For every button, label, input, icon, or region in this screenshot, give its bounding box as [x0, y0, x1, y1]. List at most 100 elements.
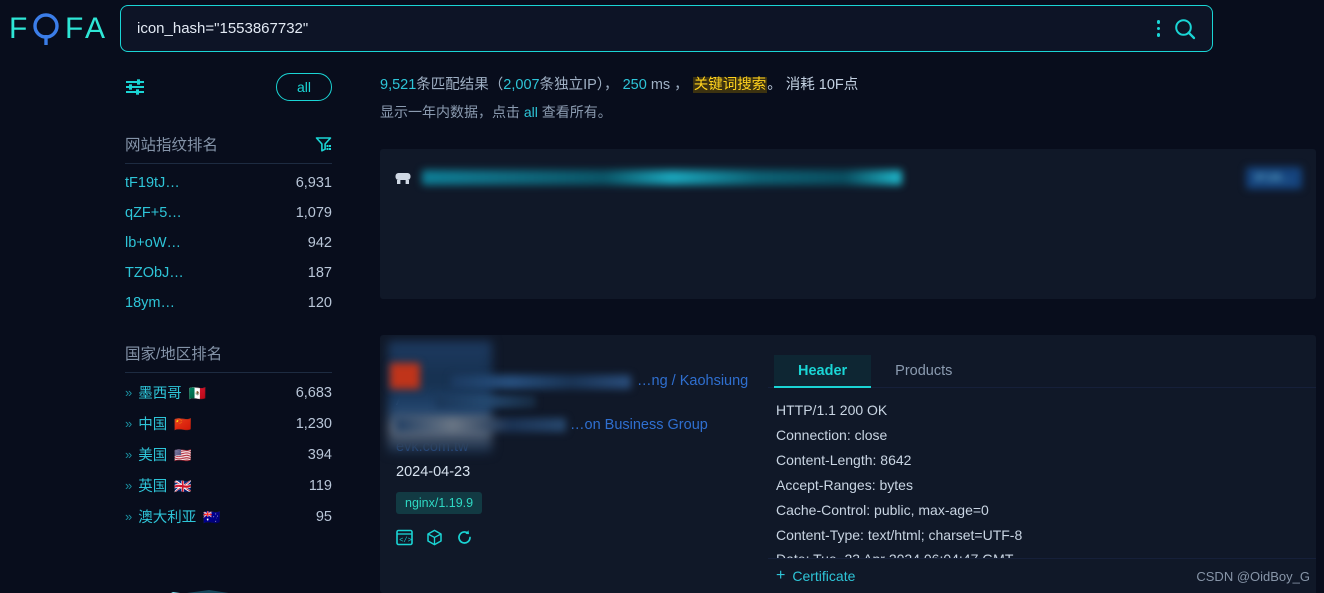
result-card: tF19t…	[380, 148, 1316, 299]
country-count: 95	[315, 508, 332, 525]
svg-text:A: A	[85, 12, 105, 45]
flag-icon: 🇨🇳	[174, 415, 192, 432]
sidebar-header: all	[125, 57, 332, 117]
country-label[interactable]: 中国	[138, 413, 167, 434]
more-vertical-icon[interactable]	[1156, 20, 1160, 37]
search-actions	[1156, 18, 1213, 40]
detail-left-column: …ng / Kaohsiung ASN: …on Business Group …	[380, 335, 768, 593]
svg-text:F: F	[65, 12, 83, 45]
result-detail-panel: …ng / Kaohsiung ASN: …on Business Group …	[380, 335, 1316, 593]
top-bar: F F A	[0, 0, 1324, 57]
cost-text: 。 消耗 10F点	[767, 77, 859, 93]
fingerprint-count: 6,931	[295, 175, 332, 191]
main-content: 9,521条匹配结果（2,007条独立IP）， 250 ms ， 关键词搜索。 …	[372, 57, 1324, 593]
cube-icon[interactable]	[426, 529, 443, 546]
chevron-right-icon: »	[125, 416, 132, 431]
detail-tabs: Header Products	[768, 347, 1316, 388]
chevron-right-icon: »	[125, 447, 132, 462]
asn-value-masked	[435, 394, 536, 408]
detail-action-icons: </>	[396, 529, 752, 546]
server-icon	[394, 169, 412, 187]
country-count: 119	[308, 477, 332, 494]
fingerprint-label[interactable]: lb+oW…	[125, 235, 181, 251]
search-icon[interactable]	[1174, 18, 1196, 40]
divider	[125, 372, 332, 373]
refresh-icon[interactable]	[456, 529, 473, 546]
svg-text:F: F	[9, 12, 27, 45]
search-input[interactable]	[121, 6, 1157, 51]
fingerprint-label[interactable]: 18ym…	[125, 295, 175, 311]
tab-products[interactable]: Products	[871, 355, 976, 387]
location-label[interactable]: …ng / Kaohsiung	[637, 373, 748, 389]
country-label[interactable]: 美国	[138, 444, 167, 465]
asn-row: ASN:	[396, 393, 752, 409]
fingerprint-row[interactable]: lb+oW… 942	[125, 228, 332, 258]
fingerprint-row[interactable]: tF19tJ… 6,931	[125, 168, 332, 198]
plus-icon: +	[776, 567, 786, 584]
results-summary-line2: 显示一年内数据，点击 all 查看所有。	[380, 99, 1324, 126]
results-summary-line1: 9,521条匹配结果（2,007条独立IP）， 250 ms ， 关键词搜索。 …	[380, 71, 1324, 99]
http-header-text: HTTP/1.1 200 OK Connection: close Conten…	[776, 402, 1023, 567]
divider	[125, 163, 332, 164]
crawl-date: 2024-04-23	[396, 464, 471, 480]
all-filter-pill[interactable]: all	[275, 72, 332, 102]
certificate-link[interactable]: Certificate	[792, 568, 855, 584]
fofa-logo[interactable]: F F A	[6, 11, 116, 47]
results-total-suffix: 条匹配结果（	[416, 77, 504, 93]
fingerprint-label[interactable]: TZObJ…	[125, 265, 184, 281]
chevron-right-icon: »	[125, 509, 132, 524]
chevron-right-icon: »	[125, 478, 132, 493]
query-time-unit: ms ，	[650, 77, 689, 93]
search-bar[interactable]	[120, 5, 1213, 52]
server-badge[interactable]: nginx/1.19.9	[396, 492, 483, 514]
fingerprint-count: 942	[307, 235, 332, 251]
world-map	[125, 557, 355, 593]
country-label[interactable]: 英国	[138, 475, 167, 496]
country-row[interactable]: » 中国 🇨🇳 1,230	[125, 408, 332, 439]
unique-ip-suffix: 条独立IP），	[539, 77, 623, 93]
org-label[interactable]: …on Business Group	[570, 417, 708, 433]
fingerprint-row[interactable]: qZF+5… 1,079	[125, 198, 332, 228]
tab-header[interactable]: Header	[774, 355, 872, 388]
country-count: 1,230	[295, 415, 332, 432]
country-row[interactable]: » 澳大利亚 🇦🇺 95	[125, 501, 332, 532]
svg-text:</>: </>	[399, 537, 412, 545]
fingerprint-count: 1,079	[295, 205, 332, 221]
unique-ip-count: 2,007	[503, 77, 540, 93]
fingerprint-row[interactable]: 18ym… 120	[125, 288, 332, 318]
org-row: …on Business Group	[396, 417, 752, 433]
watermark: CSDN @OidBoy_G	[1196, 569, 1310, 584]
funnel-icon[interactable]	[315, 136, 332, 152]
fofa-magnifier-logo-icon: F F A	[9, 12, 105, 45]
country-row[interactable]: » 墨西哥 🇲🇽 6,683	[125, 377, 332, 408]
flag-icon: 🇲🇽	[188, 384, 207, 401]
result-url-masked[interactable]	[422, 170, 902, 186]
country-label[interactable]: 澳大利亚	[138, 506, 196, 527]
sub-suffix: 查看所有。	[541, 104, 612, 121]
sidebar: all 网站指纹排名 tF19tJ… 6,931 qZF+5… 1,079 lb…	[0, 57, 372, 593]
org-masked	[396, 418, 566, 432]
fingerprint-section-header: 网站指纹排名	[125, 117, 332, 163]
country-row[interactable]: » 英国 🇬🇧 119	[125, 470, 332, 501]
fingerprint-row[interactable]: TZObJ… 187	[125, 258, 332, 288]
results-summary: 9,521条匹配结果（2,007条独立IP）， 250 ms ， 关键词搜索。 …	[372, 57, 1324, 127]
flag-icon: 🇦🇺	[203, 508, 221, 525]
all-link[interactable]: all	[524, 104, 538, 120]
country-section-header: 国家/地区排名	[125, 318, 332, 372]
fingerprint-label[interactable]: qZF+5…	[125, 205, 182, 221]
fingerprint-label[interactable]: tF19tJ…	[125, 175, 180, 191]
code-window-icon[interactable]: </>	[396, 529, 413, 546]
site-thumbnail-accent	[390, 363, 420, 389]
fingerprint-title: 网站指纹排名	[125, 137, 219, 154]
page-body: all 网站指纹排名 tF19tJ… 6,931 qZF+5… 1,079 lb…	[0, 57, 1324, 593]
result-tag-masked[interactable]: tF19t…	[1246, 166, 1302, 189]
result-host-row[interactable]: tF19t…	[380, 149, 1316, 207]
location-masked	[451, 375, 631, 389]
country-label[interactable]: 墨西哥	[138, 382, 182, 403]
search-type-badge: 关键词搜索	[692, 77, 768, 93]
flag-icon: 🇺🇸	[174, 446, 192, 463]
country-count: 394	[307, 446, 332, 463]
sliders-icon[interactable]	[125, 78, 145, 96]
country-row[interactable]: » 美国 🇺🇸 394	[125, 439, 332, 470]
fingerprint-count: 120	[307, 295, 332, 311]
